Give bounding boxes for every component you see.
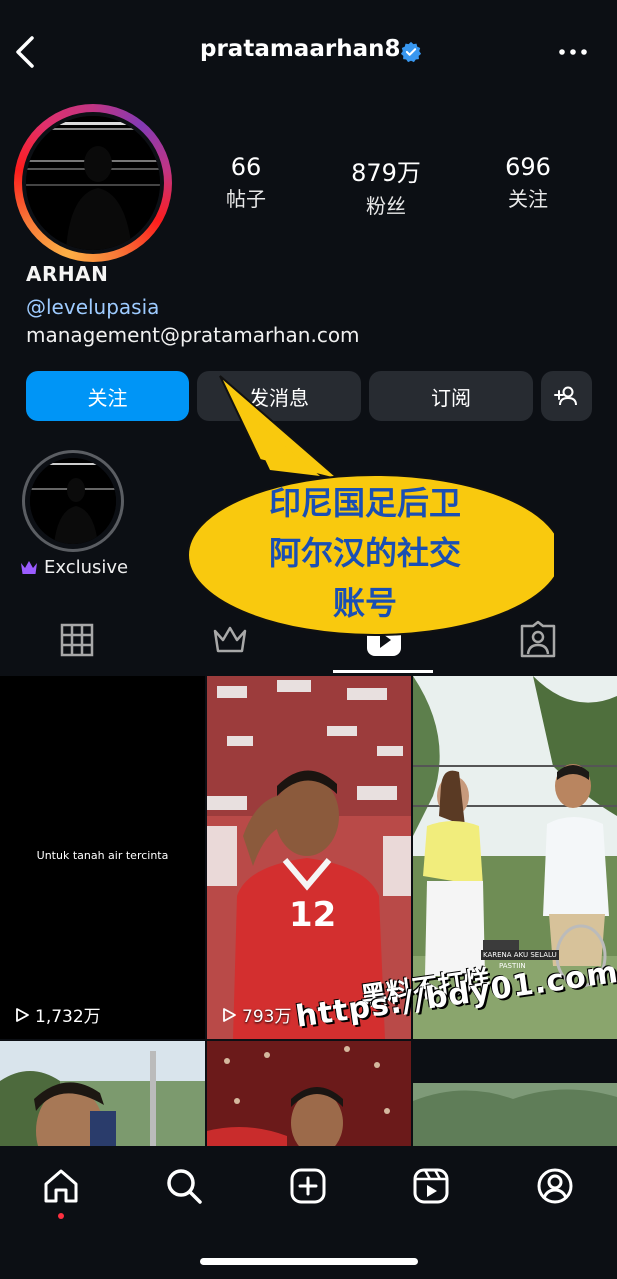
stat-following[interactable]: 696 关注 [473,153,583,212]
callout-line-2: 阿尔汉的社交 [268,534,461,572]
stat-posts[interactable]: 66 帖子 [191,153,301,212]
reel-caption: Untuk tanah air tercinta [36,849,169,862]
subscribe-button[interactable]: 订阅 [369,371,533,421]
suggested-users-button[interactable] [541,371,592,421]
reel-thumbnail[interactable]: Untuk tanah air tercinta 1,732万 [0,676,205,1039]
create-post-icon[interactable] [288,1166,328,1206]
tab-exclusive-crown-icon[interactable] [210,618,250,662]
highlight-label[interactable]: Exclusive [20,557,128,578]
bio-email: management@pratamarhan.com [26,323,360,347]
crown-icon [21,561,37,574]
reel-caption: KARENA AKU SELALU [481,950,559,960]
active-tab-indicator [333,670,433,673]
play-icon [16,1007,29,1022]
reel-thumbnail[interactable] [0,1041,205,1146]
profile-avatar[interactable] [22,112,164,254]
profile-username: pratamaarhan8 [200,36,401,62]
highlight-label-text: Exclusive [44,557,129,578]
reel-thumbnail[interactable] [207,1041,411,1146]
stat-followers-label: 粉丝 [366,194,406,218]
tab-reels-icon[interactable] [364,618,404,662]
profile-icon[interactable] [535,1166,575,1206]
annotation-callout: 印尼国足后卫 阿尔汉的社交 账号 [170,320,563,640]
reel-thumbnail[interactable] [413,1041,617,1146]
stat-following-label: 关注 [508,187,548,211]
more-options-icon[interactable] [557,42,589,62]
follow-button[interactable]: 关注 [26,371,189,421]
reel-view-count: 1,732万 [14,1002,101,1027]
home-indicator-bar[interactable] [200,1258,418,1265]
play-icon [223,1007,236,1022]
stat-followers[interactable]: 879万 粉丝 [331,153,441,219]
reels-icon[interactable] [411,1166,451,1206]
home-icon[interactable] [41,1166,81,1206]
message-button[interactable]: 发消息 [197,371,361,421]
reel-views-text: 1,732万 [35,1007,101,1027]
reel-view-count: 793万 [221,1002,291,1027]
profile-display-name: ARHAN [26,262,109,286]
stat-posts-label: 帖子 [226,187,266,211]
add-user-icon [553,386,577,406]
notification-dot [58,1213,64,1219]
bio-mention-link[interactable]: @levelupasia [26,295,159,319]
tab-grid-icon[interactable] [57,618,97,662]
tab-tagged-icon[interactable] [518,618,558,662]
verified-badge-icon [400,41,422,63]
back-arrow-icon[interactable] [10,32,42,72]
stat-posts-count: 66 [230,153,262,181]
callout-line-1: 印尼国足后卫 [268,484,461,522]
stat-followers-count: 879万 [351,159,421,187]
search-icon[interactable] [164,1166,204,1206]
stat-following-count: 696 [505,153,551,181]
reel-views-text: 793万 [242,1007,292,1027]
svg-text:12: 12 [289,895,336,935]
highlight-cover[interactable] [30,458,116,544]
